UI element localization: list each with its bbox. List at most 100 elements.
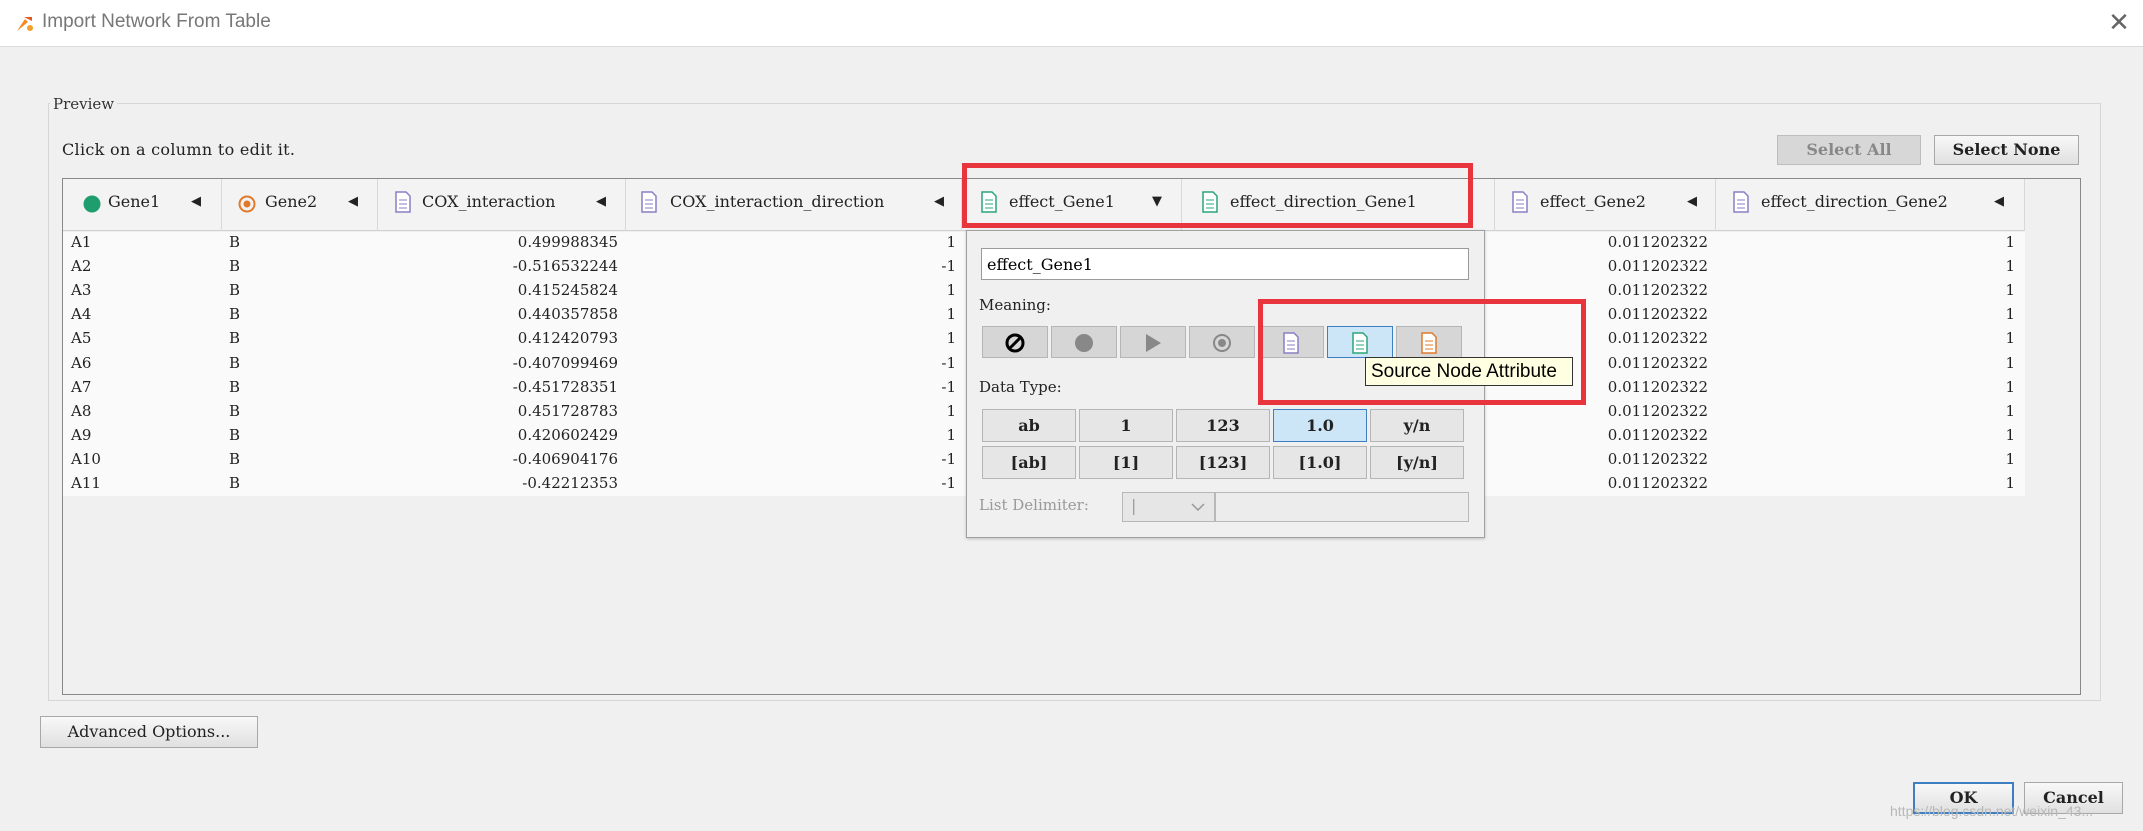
title-bar xyxy=(0,0,2143,47)
watermark: https://blog.csdn.net/weixin_43... xyxy=(1890,803,2094,819)
cell-gene1: A6 xyxy=(71,353,92,372)
cell-gene1: A1 xyxy=(71,233,92,251)
data-type-integer-list-button[interactable]: [1] xyxy=(1079,446,1173,479)
edge-attribute-icon xyxy=(641,191,657,213)
cell-gene1: A3 xyxy=(71,281,92,300)
cell-gene1: A7 xyxy=(71,377,92,396)
select-none-button[interactable]: Select None xyxy=(1934,135,2079,165)
cell-cox-interaction: 0.451728783 xyxy=(517,401,618,420)
cell-gene2: B xyxy=(229,305,241,324)
column-header-gene2[interactable]: Gene2 ◀ xyxy=(222,179,378,231)
column-header-cox-interaction-direction[interactable]: COX_interaction_direction ◀ xyxy=(626,179,962,231)
cell-cox-interaction: -0.451728351 xyxy=(512,377,618,396)
column-menu-arrow-icon[interactable]: ◀ xyxy=(934,194,944,209)
cell-cox-direction: -1 xyxy=(941,377,956,396)
list-delimiter-field xyxy=(1215,492,1469,522)
target-node-icon xyxy=(1213,334,1231,352)
cell-cox-interaction: 0.412420793 xyxy=(517,329,618,348)
cell-gene1: A9 xyxy=(71,425,92,444)
edge-attribute-icon xyxy=(1733,191,1749,213)
meaning-target-node-button[interactable] xyxy=(1189,326,1255,358)
column-label: COX_interaction xyxy=(422,192,556,211)
cell-effect-direction-gene2: 1 xyxy=(2005,474,2015,492)
data-type-integer-button[interactable]: 1 xyxy=(1079,409,1173,442)
cell-gene1: A5 xyxy=(71,329,92,348)
cell-gene2: B xyxy=(229,474,241,492)
select-all-button[interactable]: Select All xyxy=(1777,135,1921,165)
column-menu-arrow-icon[interactable]: ◀ xyxy=(596,194,606,209)
column-label: effect_Gene2 xyxy=(1540,192,1646,211)
cell-gene1: A2 xyxy=(71,257,92,276)
cell-cox-interaction: -0.42212353 xyxy=(522,474,618,492)
cell-effect-gene2: 0.011202322 xyxy=(1607,449,1708,468)
column-name-input[interactable] xyxy=(981,248,1469,280)
cell-effect-direction-gene2: 1 xyxy=(2005,425,2015,444)
cell-cox-interaction: 0.415245824 xyxy=(517,281,618,300)
cell-gene2: B xyxy=(229,449,241,468)
column-header-effect-direction-gene2[interactable]: effect_direction_Gene2 ◀ xyxy=(1716,179,2025,231)
list-delimiter-label: List Delimiter: xyxy=(979,496,1089,514)
cell-cox-interaction: -0.516532244 xyxy=(512,257,618,276)
cell-effect-gene2: 0.011202322 xyxy=(1607,474,1708,492)
cell-cox-direction: -1 xyxy=(941,257,956,276)
data-type-label: Data Type: xyxy=(979,378,1062,396)
window-title: Import Network From Table xyxy=(42,11,271,32)
cell-gene2: B xyxy=(229,233,241,251)
cell-effect-direction-gene2: 1 xyxy=(2005,401,2015,420)
data-type-double-button[interactable]: 1.0 xyxy=(1273,409,1367,442)
cell-cox-direction: -1 xyxy=(941,353,956,372)
cell-cox-interaction: 0.440357858 xyxy=(517,305,618,324)
cell-cox-direction: 1 xyxy=(946,425,956,444)
data-type-boolean-button[interactable]: y/n xyxy=(1370,409,1464,442)
list-delimiter-value: | xyxy=(1131,496,1137,515)
column-header-effect-gene2[interactable]: effect_Gene2 ◀ xyxy=(1495,179,1716,231)
column-header-cox-interaction[interactable]: COX_interaction ◀ xyxy=(378,179,626,231)
meaning-label: Meaning: xyxy=(979,296,1051,314)
cell-effect-gene2: 0.011202322 xyxy=(1607,257,1708,276)
preview-hint: Click on a column to edit it. xyxy=(62,140,296,159)
meaning-interaction-type-button[interactable] xyxy=(1120,326,1186,358)
cell-cox-interaction: 0.499988345 xyxy=(517,233,618,251)
column-label: Gene2 xyxy=(265,192,318,211)
cell-gene1: A8 xyxy=(71,401,92,420)
cell-effect-direction-gene2: 1 xyxy=(2005,281,2015,300)
list-delimiter-select[interactable]: | xyxy=(1122,492,1215,522)
cell-gene2: B xyxy=(229,281,241,300)
advanced-options-button[interactable]: Advanced Options... xyxy=(40,716,258,748)
cell-cox-interaction: -0.406904176 xyxy=(512,449,618,468)
tooltip: Source Node Attribute xyxy=(1365,357,1573,386)
cell-cox-direction: -1 xyxy=(941,474,956,492)
column-label: COX_interaction_direction xyxy=(670,192,885,211)
column-menu-arrow-icon[interactable]: ◀ xyxy=(1994,194,2004,209)
cell-cox-direction: 1 xyxy=(946,233,956,251)
cell-cox-interaction: -0.407099469 xyxy=(512,353,618,372)
cell-gene2: B xyxy=(229,329,241,348)
column-header-gene1[interactable]: Gene1 ◀ xyxy=(63,179,222,231)
cell-gene2: B xyxy=(229,257,241,276)
column-menu-arrow-icon[interactable]: ◀ xyxy=(191,194,201,209)
data-type-long-button[interactable]: 123 xyxy=(1176,409,1270,442)
interaction-type-icon xyxy=(1146,334,1161,352)
cell-effect-direction-gene2: 1 xyxy=(2005,353,2015,372)
data-type-string-button[interactable]: ab xyxy=(982,409,1076,442)
meaning-source-node-button[interactable] xyxy=(1051,326,1117,358)
source-node-icon xyxy=(83,195,101,213)
cell-cox-direction: -1 xyxy=(941,449,956,468)
column-label: effect_direction_Gene2 xyxy=(1761,192,1948,211)
column-menu-arrow-icon[interactable]: ◀ xyxy=(1687,194,1697,209)
column-label: Gene1 xyxy=(108,192,161,211)
annotation-box-meaning xyxy=(1258,299,1586,405)
close-icon[interactable]: ✕ xyxy=(2104,8,2134,38)
data-type-string-list-button[interactable]: [ab] xyxy=(982,446,1076,479)
cell-cox-direction: 1 xyxy=(946,281,956,300)
data-type-long-list-button[interactable]: [123] xyxy=(1176,446,1270,479)
data-type-boolean-list-button[interactable]: [y/n] xyxy=(1370,446,1464,479)
cell-gene2: B xyxy=(229,377,241,396)
meaning-not-imported-button[interactable] xyxy=(982,326,1048,358)
cell-gene2: B xyxy=(229,353,241,372)
target-node-icon xyxy=(238,195,256,213)
data-type-double-list-button[interactable]: [1.0] xyxy=(1273,446,1367,479)
cell-gene1: A11 xyxy=(71,474,101,492)
cell-gene2: B xyxy=(229,425,241,444)
column-menu-arrow-icon[interactable]: ◀ xyxy=(348,194,358,209)
